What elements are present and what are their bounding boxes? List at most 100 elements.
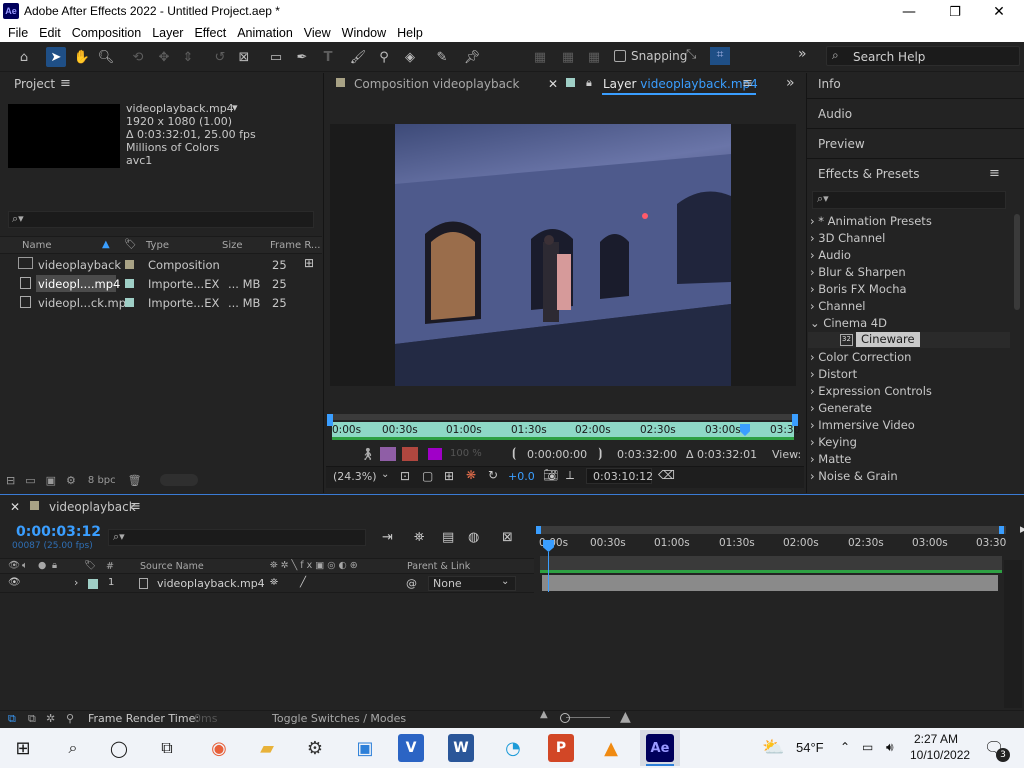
- close-tab-icon[interactable]: ✕: [548, 77, 558, 91]
- hand-tool-icon[interactable]: ✋: [72, 47, 92, 67]
- render-time-icon[interactable]: ⚲: [66, 712, 74, 725]
- label-swatch[interactable]: [125, 260, 134, 269]
- selection-tool-icon[interactable]: ➤: [46, 47, 66, 67]
- set-out-icon[interactable]: ⦘: [598, 446, 602, 461]
- new-composition-icon[interactable]: ▣: [46, 474, 56, 487]
- pen-tool-icon[interactable]: ✒: [292, 47, 312, 67]
- draft-3d-icon[interactable]: ⛯: [414, 530, 424, 545]
- effects-category[interactable]: › Distort: [810, 367, 857, 381]
- project-row[interactable]: videopl....mp4 Importe...EX ... MB 25: [0, 275, 322, 294]
- type-tool-icon[interactable]: T: [318, 47, 338, 67]
- search-icon[interactable]: ⌕: [58, 734, 88, 762]
- show-snapshot-icon[interactable]: ⟂: [566, 468, 574, 483]
- view-label[interactable]: View:: [772, 448, 801, 461]
- color-swatch-icon[interactable]: [428, 448, 442, 460]
- tab-layer[interactable]: Layer videoplayback.mp4: [603, 77, 758, 91]
- powerpoint-icon[interactable]: P: [548, 734, 574, 762]
- col-name[interactable]: Name: [22, 240, 52, 251]
- label-tag-icon[interactable]: 🏷︎: [124, 239, 137, 250]
- bit-depth-label[interactable]: 8 bpc: [88, 475, 116, 486]
- weather-icon[interactable]: ⛅: [762, 737, 784, 758]
- zoom-tool-icon[interactable]: 🔍︎: [96, 47, 116, 67]
- effects-menu-icon[interactable]: ≡: [989, 166, 1000, 181]
- timeline-layer-row[interactable]: 👁︎ › 1 videoplayback.mp4 ⛯ ╱ @ None ⌄: [0, 575, 534, 593]
- flowchart-icon[interactable]: ⊞: [304, 256, 314, 270]
- effects-category[interactable]: › * Animation Presets: [810, 214, 932, 228]
- comp-mini-flowchart-icon[interactable]: ⇥: [382, 530, 393, 545]
- file-explorer-icon[interactable]: ▰: [252, 734, 282, 762]
- eraser-icon[interactable]: ⌫: [658, 468, 675, 482]
- visio-icon[interactable]: V: [398, 734, 424, 762]
- effects-category[interactable]: › Boris FX Mocha: [810, 282, 907, 296]
- view-axis-icon[interactable]: ▦: [584, 47, 604, 67]
- zoom-dropdown[interactable]: (24.3%): [333, 470, 377, 483]
- close-button[interactable]: ✕: [976, 0, 1022, 24]
- eye-icon[interactable]: 👁︎: [8, 577, 21, 588]
- edge-icon[interactable]: ◔: [498, 734, 528, 762]
- viewer-menu-icon[interactable]: ≡: [742, 76, 753, 91]
- navigator-end-handle[interactable]: [999, 526, 1004, 534]
- settings-gear-icon[interactable]: ⚙: [300, 734, 330, 762]
- graph-editor-icon[interactable]: ⊠: [502, 530, 513, 545]
- effects-category[interactable]: › Noise & Grain: [810, 469, 898, 483]
- roto-brush-tool-icon[interactable]: ✎: [432, 47, 452, 67]
- exposure-value[interactable]: +0.0: [508, 470, 535, 483]
- audio-switch-icon[interactable]: 🔈︎: [22, 560, 28, 571]
- effects-category[interactable]: › Keying: [810, 435, 857, 449]
- workspace-overflow-button[interactable]: »: [798, 46, 807, 62]
- channel-icon[interactable]: ❋: [466, 468, 476, 482]
- project-row[interactable]: videopl...ck.mp4 Importe...EX ... MB 25: [0, 294, 322, 313]
- interpret-footage-icon[interactable]: ⊟: [6, 474, 15, 487]
- pick-whip-icon[interactable]: @: [406, 577, 417, 590]
- snapping-checkbox[interactable]: [614, 50, 626, 62]
- effect-item-cineware[interactable]: Cineware: [856, 332, 920, 347]
- scroll-right-icon[interactable]: ▸: [1020, 522, 1024, 537]
- menu-composition[interactable]: Composition: [72, 26, 141, 40]
- tab-composition[interactable]: Composition videoplayback: [354, 77, 519, 91]
- chevron-right-icon[interactable]: ›: [74, 576, 78, 589]
- word-icon[interactable]: W: [448, 734, 474, 762]
- set-in-icon[interactable]: ⦗: [512, 446, 516, 461]
- delete-icon[interactable]: 🗑︎: [128, 474, 142, 487]
- volume-icon[interactable]: 🔊︎: [886, 740, 894, 755]
- opacity-value[interactable]: 100 %: [450, 448, 482, 459]
- project-row[interactable]: videoplayback Composition 25 ⊞: [0, 256, 322, 275]
- panel-overflow-icon[interactable]: »: [786, 75, 795, 91]
- dolly-camera-icon[interactable]: ⇕: [178, 47, 198, 67]
- in-point-handle[interactable]: [327, 414, 333, 426]
- shy-switch-icon[interactable]: ⛯: [270, 577, 278, 588]
- effects-category[interactable]: › Channel: [810, 299, 865, 313]
- time-navigator[interactable]: [536, 526, 1006, 534]
- effects-category[interactable]: › Color Correction: [810, 350, 911, 364]
- grid-icon[interactable]: ⊞: [444, 469, 454, 483]
- col-source-name[interactable]: Source Name: [140, 561, 204, 572]
- solo-switch-icon[interactable]: ●: [38, 560, 46, 571]
- timeline-empty-area[interactable]: [536, 592, 1000, 708]
- sort-ascending-icon[interactable]: ▲: [102, 239, 110, 250]
- orbit-camera-icon[interactable]: ⟲: [128, 47, 148, 67]
- effects-scrollbar[interactable]: [1014, 214, 1020, 310]
- safe-margins-icon[interactable]: ▢: [422, 469, 433, 483]
- work-area-track[interactable]: [540, 556, 1002, 570]
- roto-icon[interactable]: [402, 447, 418, 461]
- effects-category-open[interactable]: ⌄ Cinema 4D: [810, 316, 887, 330]
- zoom-in-icon[interactable]: ▲: [620, 709, 631, 725]
- effects-presets-title[interactable]: Effects & Presets: [818, 167, 919, 181]
- menu-layer[interactable]: Layer: [152, 26, 183, 40]
- zoom-out-icon[interactable]: ▲: [540, 709, 548, 720]
- current-time-field[interactable]: 0:03:10:12: [586, 468, 653, 484]
- viewer-time-ruler-bar[interactable]: 0:00s 00:30s 01:00s 01:30s 02:00s 02:30s…: [332, 422, 800, 438]
- out-point-handle[interactable]: [792, 414, 798, 426]
- local-axis-icon[interactable]: ▦: [530, 47, 550, 67]
- minimize-button[interactable]: —: [886, 0, 932, 24]
- snap-features-icon[interactable]: ⌗: [710, 47, 730, 65]
- chevron-down-icon[interactable]: ⌄: [381, 469, 389, 480]
- col-size[interactable]: Size: [222, 240, 243, 251]
- rectangle-tool-icon[interactable]: ▭: [266, 47, 286, 67]
- home-icon[interactable]: ⌂: [14, 47, 34, 67]
- col-type[interactable]: Type: [146, 240, 169, 251]
- timeline-menu-icon[interactable]: ≡: [130, 499, 141, 514]
- audio-panel-tab[interactable]: Audio: [818, 107, 852, 121]
- pan-behind-tool-icon[interactable]: ⊠: [234, 47, 254, 67]
- frame-blending-icon[interactable]: ▤: [442, 530, 454, 545]
